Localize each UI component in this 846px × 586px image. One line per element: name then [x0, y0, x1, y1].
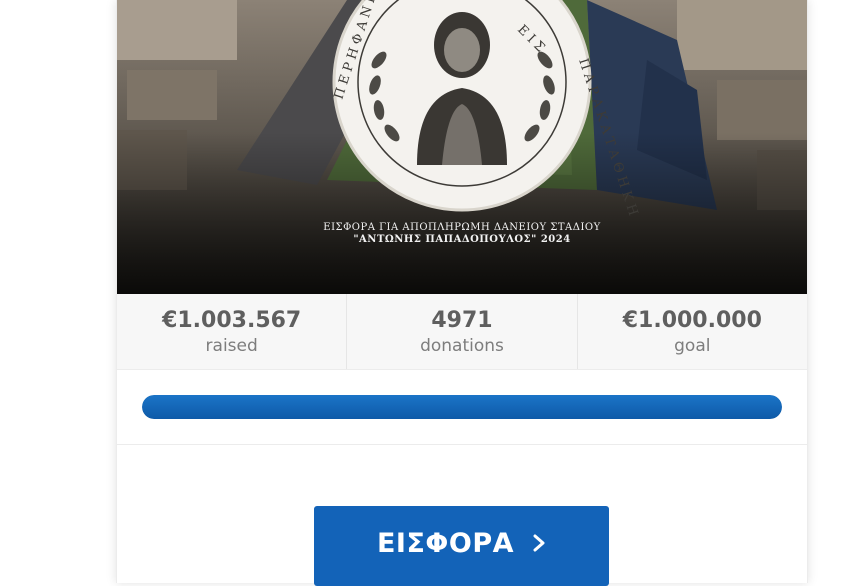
- raised-label: raised: [205, 336, 258, 356]
- goal-label: goal: [674, 336, 711, 356]
- donations-count: 4971: [431, 308, 493, 333]
- campaign-card: Π Ε Ρ Η Φ Α Ν Ι Α Π Α Ρ Α Κ Α Τ Α Θ Η Κ …: [116, 0, 808, 586]
- raised-amount: €1.003.567: [162, 308, 302, 333]
- stat-goal: €1.000.000 goal: [578, 294, 807, 369]
- stat-donations: 4971 donations: [347, 294, 578, 369]
- banner-caption-line1: ΕΙΣΦΟΡΑ ΓΙΑ ΑΠΟΠΛΗΡΩΜΗ ΔΑΝΕΙΟΥ ΣΤΑΔΙΟΥ: [323, 222, 601, 233]
- funding-progress-fill: [142, 395, 782, 419]
- funding-progress-bar: [142, 395, 782, 419]
- stadium-aerial-illustration: Π Ε Ρ Η Φ Α Ν Ι Α Π Α Ρ Α Κ Α Τ Α Θ Η Κ …: [117, 0, 807, 294]
- donate-button-label: ΕΙΣΦΟΡΑ: [376, 528, 515, 559]
- campaign-banner-image: Π Ε Ρ Η Φ Α Ν Ι Α Π Α Ρ Α Κ Α Τ Α Θ Η Κ …: [117, 0, 807, 294]
- campaign-stats: €1.003.567 raised 4971 donations €1.000.…: [117, 294, 807, 370]
- stat-raised: €1.003.567 raised: [117, 294, 348, 369]
- goal-amount: €1.000.000: [622, 308, 762, 333]
- chevron-right-icon: [533, 534, 545, 552]
- banner-caption-line2: "ΑΝΤΩΝΗΣ ΠΑΠΑΔΟΠΟΥΛΟΣ" 2024: [353, 234, 571, 245]
- donate-button[interactable]: ΕΙΣΦΟΡΑ: [314, 506, 609, 586]
- funding-progress-section: [117, 370, 807, 445]
- donations-label: donations: [420, 336, 504, 356]
